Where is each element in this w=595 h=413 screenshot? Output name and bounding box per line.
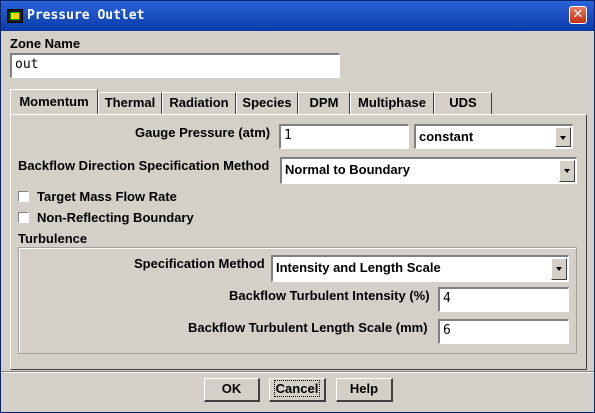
turbulent-length-scale-input[interactable]: 6 — [438, 319, 569, 344]
non-reflecting-label: Non-Reflecting Boundary — [37, 210, 194, 225]
zone-name-input[interactable]: out — [10, 53, 340, 78]
turbulent-length-scale-label: Backflow Turbulent Length Scale (mm) — [188, 320, 428, 335]
zone-name-label: Zone Name — [10, 36, 81, 51]
close-button[interactable]: ✕ — [569, 6, 587, 24]
target-mass-flow-checkbox[interactable] — [18, 191, 29, 202]
tab-bar: Momentum Thermal Radiation Species DPM M… — [10, 89, 492, 114]
tab-uds[interactable]: UDS — [434, 92, 492, 114]
spec-method-label: Specification Method — [134, 256, 265, 271]
tab-multiphase[interactable]: Multiphase — [350, 92, 434, 114]
help-button[interactable]: Help — [336, 378, 393, 402]
cancel-button-label: Cancel — [273, 380, 321, 397]
gauge-pressure-input[interactable]: 1 — [279, 124, 409, 149]
turbulence-group-label: Turbulence — [18, 231, 88, 246]
spec-method-value: Intensity and Length Scale — [276, 260, 441, 275]
tab-dpm[interactable]: DPM — [298, 92, 350, 114]
chevron-down-icon[interactable] — [555, 127, 571, 147]
tab-momentum[interactable]: Momentum — [10, 89, 98, 114]
ok-button-label: OK — [221, 381, 242, 396]
gauge-pressure-profile-select[interactable]: constant — [414, 124, 573, 149]
window-title: Pressure Outlet — [27, 8, 145, 23]
ok-button[interactable]: OK — [204, 378, 260, 402]
tab-radiation[interactable]: Radiation — [162, 92, 236, 114]
target-mass-flow-label: Target Mass Flow Rate — [37, 189, 177, 204]
gauge-pressure-profile-value: constant — [419, 129, 474, 144]
help-button-label: Help — [349, 381, 379, 396]
backflow-method-label: Backflow Direction Specification Method — [18, 158, 270, 173]
title-bar[interactable]: Pressure Outlet ✕ — [1, 1, 594, 31]
turbulent-intensity-label: Backflow Turbulent Intensity (%) — [229, 288, 430, 303]
tab-thermal[interactable]: Thermal — [98, 92, 162, 114]
cancel-button[interactable]: Cancel — [269, 378, 326, 402]
button-separator — [1, 371, 594, 373]
chevron-down-icon[interactable] — [559, 160, 575, 182]
app-icon — [7, 9, 23, 23]
turbulent-intensity-input[interactable]: 4 — [438, 287, 569, 312]
chevron-down-icon[interactable] — [551, 258, 567, 280]
close-icon: ✕ — [572, 7, 584, 22]
non-reflecting-checkbox[interactable] — [18, 212, 29, 223]
gauge-pressure-label: Gauge Pressure (atm) — [135, 125, 271, 140]
tab-species[interactable]: Species — [236, 92, 298, 114]
spec-method-select[interactable]: Intensity and Length Scale — [271, 255, 569, 282]
backflow-method-value: Normal to Boundary — [285, 162, 410, 177]
pressure-outlet-dialog: Pressure Outlet ✕ Zone Name out Momentum… — [0, 0, 595, 413]
backflow-method-select[interactable]: Normal to Boundary — [280, 157, 577, 184]
